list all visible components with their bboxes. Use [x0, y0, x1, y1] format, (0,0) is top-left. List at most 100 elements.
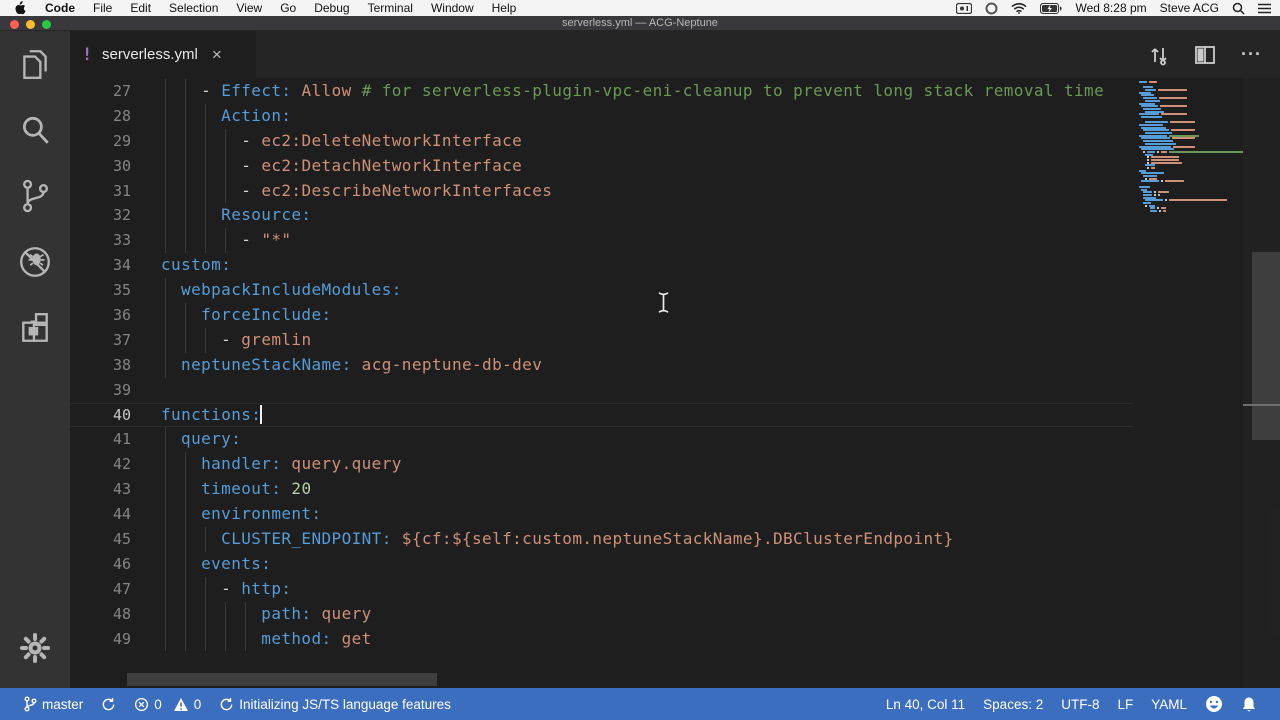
- tab-serverless-yml[interactable]: ! serverless.yml ×: [70, 31, 257, 78]
- line-number[interactable]: 47: [70, 577, 131, 602]
- eol-item[interactable]: LF: [1108, 697, 1142, 712]
- wifi-icon[interactable]: [1011, 2, 1027, 14]
- line-number[interactable]: 36: [70, 303, 131, 328]
- indent-guide: [165, 527, 166, 552]
- code-line-38[interactable]: 38 neptuneStackName: acg-neptune-db-dev: [70, 352, 1133, 378]
- line-number[interactable]: 31: [70, 179, 131, 204]
- split-editor-icon[interactable]: [1195, 45, 1215, 64]
- explorer-icon[interactable]: [0, 31, 70, 97]
- code-line-29[interactable]: 29 - ec2:DeleteNetworkInterface: [70, 128, 1133, 154]
- indent-guide: [185, 452, 186, 478]
- settings-gear-icon[interactable]: [0, 618, 70, 678]
- line-number[interactable]: 40: [70, 403, 131, 428]
- indent-guide: [165, 153, 166, 179]
- close-window-button[interactable]: [10, 19, 19, 29]
- menu-item-view[interactable]: View: [227, 1, 271, 15]
- menu-extra-circle-icon[interactable]: [985, 2, 998, 15]
- line-number[interactable]: 43: [70, 477, 131, 502]
- git-branch-item[interactable]: master: [14, 696, 92, 712]
- more-actions-icon[interactable]: ···: [1241, 44, 1262, 65]
- menu-item-code[interactable]: Code: [36, 1, 84, 15]
- code-line-46[interactable]: 46 events:: [70, 551, 1133, 577]
- code-line-30[interactable]: 30 - ec2:DetachNetworkInterface: [70, 153, 1133, 179]
- code-line-39[interactable]: 39: [70, 378, 1133, 403]
- line-number[interactable]: 33: [70, 228, 131, 253]
- indent-guide: [165, 203, 166, 229]
- code-line-49[interactable]: 49 method: get: [70, 626, 1133, 652]
- menu-item-terminal[interactable]: Terminal: [359, 1, 422, 15]
- code-line-44[interactable]: 44 environment:: [70, 502, 1133, 528]
- notification-center-icon[interactable]: [1258, 3, 1272, 14]
- code-line-45[interactable]: 45 CLUSTER_ENDPOINT: ${cf:${self:custom.n…: [70, 527, 1133, 552]
- menu-item-selection[interactable]: Selection: [160, 1, 227, 15]
- line-number[interactable]: 44: [70, 502, 131, 527]
- code-line-42[interactable]: 42 handler: query.query: [70, 452, 1133, 478]
- line-number[interactable]: 46: [70, 552, 131, 577]
- code-line-27[interactable]: 27 - Effect: Allow # for serverless-plugi…: [70, 79, 1133, 104]
- cursor-position-item[interactable]: Ln 40, Col 11: [877, 697, 974, 712]
- line-number[interactable]: 49: [70, 627, 131, 652]
- code-line-35[interactable]: 35 webpackIncludeModules:: [70, 278, 1133, 304]
- vertical-scrollbar[interactable]: [1243, 78, 1280, 688]
- feedback-smiley-icon[interactable]: [1196, 695, 1232, 713]
- line-number[interactable]: 38: [70, 353, 131, 378]
- line-number[interactable]: 28: [70, 104, 131, 129]
- menu-item-go[interactable]: Go: [271, 1, 305, 15]
- code-line-28[interactable]: 28 Action:: [70, 103, 1133, 129]
- line-number[interactable]: 42: [70, 452, 131, 477]
- code-line-32[interactable]: 32 Resource:: [70, 203, 1133, 229]
- menu-item-debug[interactable]: Debug: [305, 1, 358, 15]
- code-line-40[interactable]: 40 functions:: [70, 403, 1133, 428]
- spotlight-search-icon[interactable]: [1232, 2, 1245, 15]
- search-icon[interactable]: [0, 97, 70, 163]
- code-line-48[interactable]: 48 path: query: [70, 601, 1133, 627]
- code-line-41[interactable]: 41 query:: [70, 427, 1133, 453]
- screen-recording-icon[interactable]: [956, 2, 973, 14]
- debug-icon[interactable]: [0, 229, 70, 295]
- language-features-status[interactable]: Initializing JS/TS language features: [210, 697, 460, 712]
- menu-item-help[interactable]: Help: [483, 1, 526, 15]
- line-number[interactable]: 30: [70, 154, 131, 179]
- horizontal-scrollbar-thumb[interactable]: [127, 673, 437, 686]
- zoom-window-button[interactable]: [42, 19, 51, 29]
- code-line-31[interactable]: 31 - ec2:DescribeNetworkInterfaces: [70, 178, 1133, 204]
- code-line-37[interactable]: 37 - gremlin: [70, 327, 1133, 353]
- language-mode-item[interactable]: YAML: [1142, 697, 1196, 712]
- line-number[interactable]: 34: [70, 253, 131, 278]
- code-line-47[interactable]: 47 - http:: [70, 576, 1133, 602]
- encoding-item[interactable]: UTF-8: [1052, 697, 1108, 712]
- code-line-33[interactable]: 33 - "*": [70, 228, 1133, 254]
- menu-item-file[interactable]: File: [84, 1, 121, 15]
- open-changes-icon[interactable]: [1149, 44, 1169, 66]
- extensions-icon[interactable]: [0, 295, 70, 361]
- indentation-item[interactable]: Spaces: 2: [974, 697, 1052, 712]
- apple-menu-icon[interactable]: [14, 1, 26, 15]
- source-control-icon[interactable]: [0, 163, 70, 229]
- line-number[interactable]: 37: [70, 328, 131, 353]
- line-number[interactable]: 48: [70, 602, 131, 627]
- problems-item[interactable]: 0 0: [125, 697, 210, 712]
- line-number[interactable]: 29: [70, 129, 131, 154]
- line-number[interactable]: 39: [70, 378, 131, 403]
- code-line-34[interactable]: 34 custom:: [70, 253, 1133, 278]
- code-area[interactable]: 27 - Effect: Allow # for serverless-plugi…: [70, 79, 1133, 652]
- line-number[interactable]: 41: [70, 427, 131, 452]
- menu-user[interactable]: Steve ACG: [1160, 1, 1219, 15]
- code-line-43[interactable]: 43 timeout: 20: [70, 477, 1133, 503]
- line-number[interactable]: 32: [70, 203, 131, 228]
- vertical-scrollbar-thumb[interactable]: [1252, 252, 1280, 440]
- menu-clock[interactable]: Wed 8:28 pm: [1075, 1, 1146, 15]
- code-line-36[interactable]: 36 forceInclude:: [70, 303, 1133, 328]
- git-sync-button[interactable]: [92, 697, 125, 712]
- notifications-bell-icon[interactable]: [1232, 696, 1266, 713]
- battery-icon[interactable]: [1040, 2, 1063, 14]
- menu-item-edit[interactable]: Edit: [121, 1, 160, 15]
- line-number[interactable]: 27: [70, 79, 131, 104]
- menu-item-window[interactable]: Window: [422, 1, 483, 15]
- minimap[interactable]: [1133, 78, 1243, 688]
- minimize-window-button[interactable]: [26, 19, 35, 29]
- code-editor[interactable]: 27 - Effect: Allow # for serverless-plugi…: [70, 78, 1280, 688]
- line-number[interactable]: 45: [70, 527, 131, 552]
- line-number[interactable]: 35: [70, 278, 131, 303]
- tab-close-icon[interactable]: ×: [212, 46, 222, 63]
